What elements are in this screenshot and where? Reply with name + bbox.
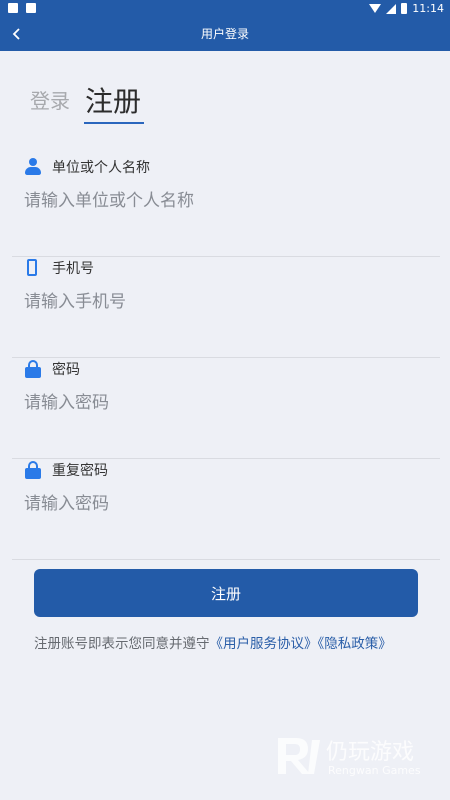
agreement-prefix: 注册账号即表示您同意并遵守 bbox=[34, 636, 210, 652]
confirm-password-input[interactable] bbox=[24, 490, 424, 518]
gallery-notification-icon bbox=[8, 3, 18, 13]
tab-register[interactable]: 注册 bbox=[85, 80, 141, 120]
company-name-input[interactable] bbox=[24, 187, 424, 215]
divider bbox=[12, 458, 440, 459]
divider bbox=[12, 256, 440, 257]
privacy-link[interactable]: 《隐私政策》 bbox=[318, 636, 392, 652]
phone-input[interactable] bbox=[24, 288, 424, 316]
password-label: 密码 bbox=[52, 362, 80, 378]
page-title: 用户登录 bbox=[200, 27, 249, 41]
company-name-label: 单位或个人名称 bbox=[52, 160, 150, 176]
tab-login[interactable]: 登录 bbox=[30, 85, 70, 114]
status-bar: 11:14 bbox=[0, 0, 450, 17]
watermark-logo-icon bbox=[278, 738, 320, 774]
password-input[interactable] bbox=[24, 389, 424, 417]
lock-icon bbox=[24, 461, 42, 479]
signal-icon bbox=[386, 3, 397, 14]
divider bbox=[12, 559, 440, 560]
wifi-icon bbox=[369, 4, 382, 13]
phone-label: 手机号 bbox=[52, 261, 94, 277]
divider bbox=[12, 357, 440, 358]
app-bar: 用户登录 bbox=[0, 17, 450, 51]
confirm-password-label: 重复密码 bbox=[52, 463, 108, 479]
watermark-name: 仍玩游戏 bbox=[326, 740, 415, 765]
confirm-password-field: 重复密码 bbox=[12, 460, 440, 560]
password-field: 密码 bbox=[12, 359, 440, 459]
phone-field: 手机号 bbox=[12, 258, 440, 358]
status-time: 11:14 bbox=[412, 2, 444, 15]
phone-icon bbox=[24, 259, 42, 277]
register-button[interactable]: 注册 bbox=[34, 569, 418, 617]
app-notification-icon bbox=[26, 3, 36, 13]
watermark-subtitle: Rengwan Games bbox=[328, 764, 421, 777]
lock-icon bbox=[24, 360, 42, 378]
battery-icon bbox=[401, 3, 408, 14]
active-tab-indicator bbox=[84, 122, 144, 124]
company-name-field: 单位或个人名称 bbox=[12, 157, 440, 257]
user-icon bbox=[24, 158, 42, 176]
agreement-text: 注册账号即表示您同意并遵守《用户服务协议》《隐私政策》 bbox=[34, 632, 392, 652]
terms-link[interactable]: 《用户服务协议》 bbox=[210, 636, 318, 652]
